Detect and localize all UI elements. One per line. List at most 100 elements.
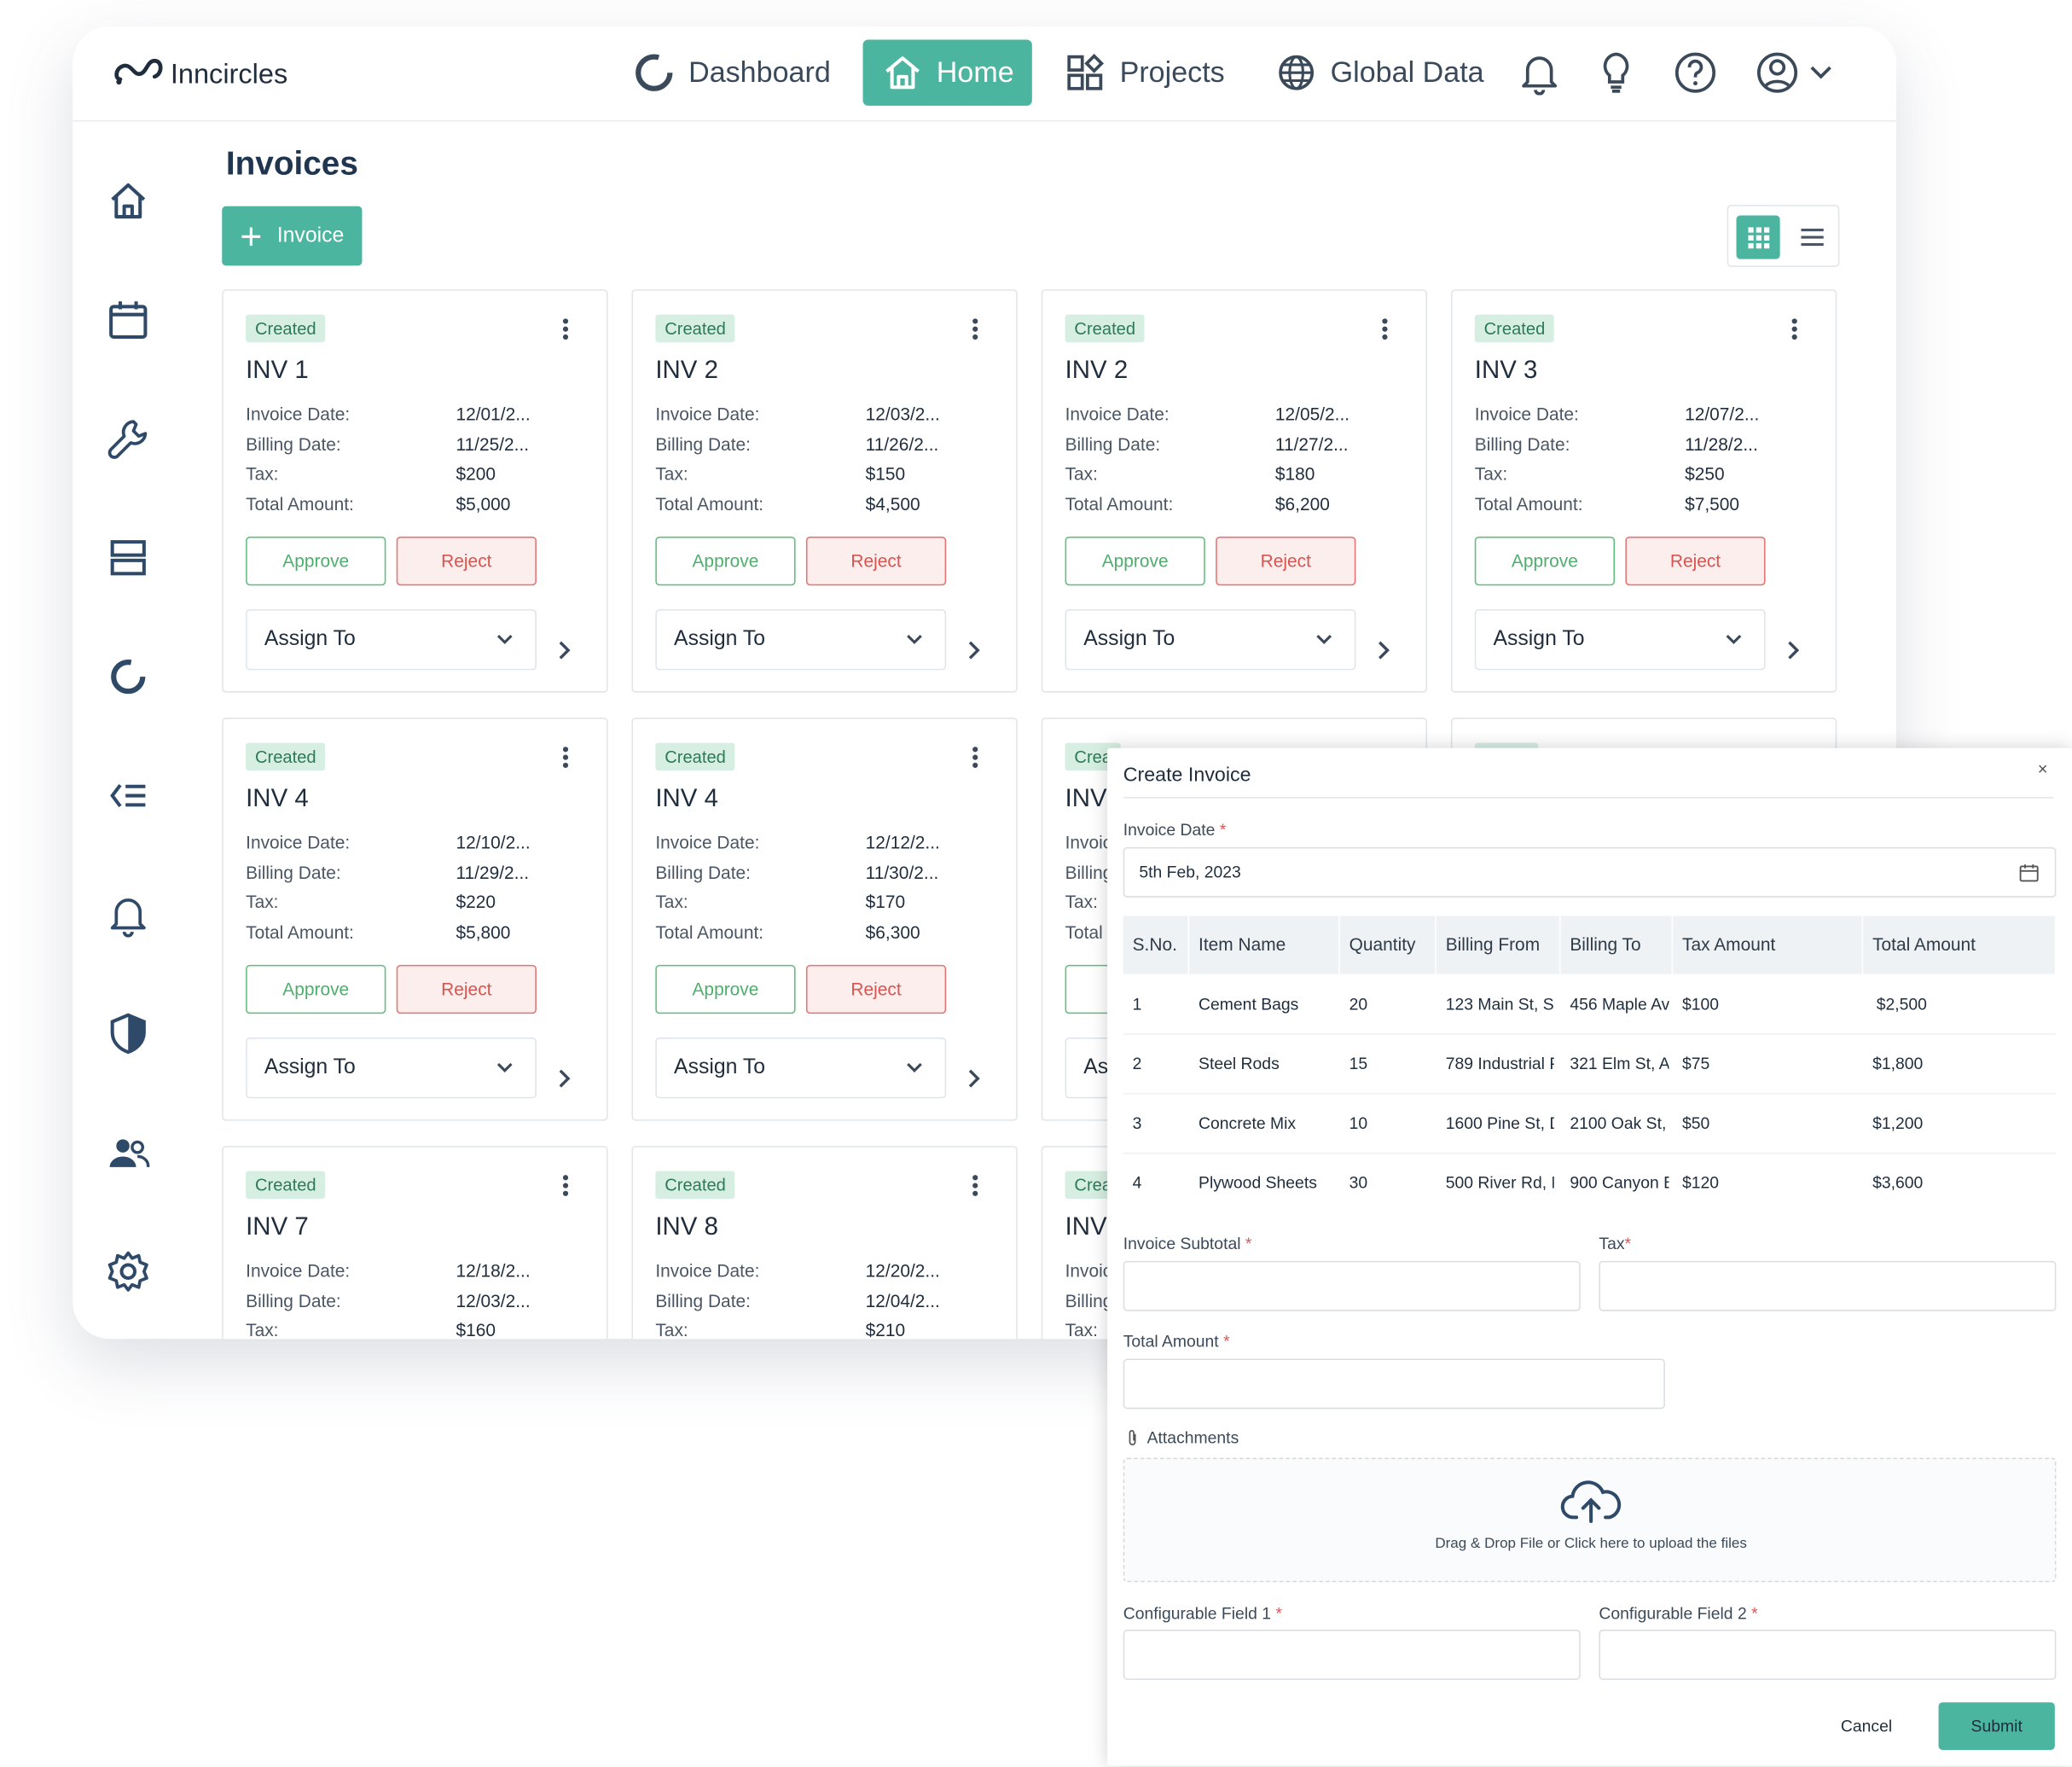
invoice-date-value: 12/03/2...: [865, 404, 940, 425]
invoice-card[interactable]: Created INV 2 Invoice Date: 12/03/2... B…: [631, 289, 1018, 693]
total-label: Total Amount:: [246, 922, 354, 943]
add-invoice-button[interactable]: Invoice: [222, 206, 363, 266]
config-field-2-input[interactable]: [1599, 1630, 2057, 1680]
table-header: Billing From: [1436, 915, 1561, 974]
total-label: Total: [1065, 922, 1103, 943]
status-badge: Created: [655, 1171, 735, 1200]
chevron-right-icon[interactable]: [556, 640, 572, 668]
logo[interactable]: Inncircles: [113, 53, 287, 96]
file-dropzone[interactable]: Drag & Drop File or Click here to upload…: [1123, 1457, 2057, 1583]
more-options-icon[interactable]: [970, 1174, 980, 1198]
tax-field[interactable]: [1599, 1260, 2057, 1311]
reject-button[interactable]: Reject: [1625, 536, 1766, 586]
nav-home[interactable]: Home: [862, 39, 1033, 106]
nav-projects[interactable]: Projects: [1046, 39, 1244, 105]
total-amount-field[interactable]: [1123, 1358, 1665, 1410]
row-divider: [1123, 1093, 2057, 1095]
invoice-card[interactable]: Created INV 7 Invoice Date: 12/18/2... B…: [222, 1146, 608, 1340]
status-badge: Created: [246, 1171, 326, 1200]
reject-button[interactable]: Reject: [805, 964, 947, 1014]
invoice-card[interactable]: Created INV 8 Invoice Date: 12/20/2... B…: [631, 1146, 1018, 1340]
invoice-card[interactable]: Created INV 1 Invoice Date: 12/01/2... B…: [222, 289, 608, 693]
chevron-right-icon[interactable]: [1376, 640, 1392, 668]
chevron-right-icon[interactable]: [966, 640, 982, 668]
modal-title: Create Invoice: [1123, 764, 1251, 787]
reject-button[interactable]: Reject: [396, 536, 537, 586]
subtotal-field[interactable]: [1123, 1260, 1581, 1311]
table-header: Tax Amount: [1673, 915, 1864, 974]
chevron-down-icon: [496, 1062, 513, 1072]
more-options-icon[interactable]: [1789, 317, 1799, 341]
calendar-icon[interactable]: [104, 296, 152, 344]
assign-to-select[interactable]: Assign To: [1474, 609, 1766, 671]
more-options-icon[interactable]: [970, 746, 980, 770]
reject-button[interactable]: Reject: [396, 964, 537, 1014]
config-field-1-input[interactable]: [1123, 1630, 1581, 1680]
cancel-button[interactable]: Cancel: [1841, 1717, 1892, 1735]
chevron-right-icon[interactable]: [556, 1068, 572, 1096]
reject-button[interactable]: Reject: [1216, 536, 1356, 586]
table-cell: $75: [1682, 1055, 1710, 1073]
reject-button[interactable]: Reject: [805, 536, 947, 586]
approve-button[interactable]: Approve: [655, 536, 796, 586]
assign-to-select[interactable]: Assign To: [655, 1038, 947, 1099]
calendar-icon[interactable]: [2019, 863, 2039, 883]
sidebar-bell-icon[interactable]: [104, 891, 152, 939]
shield-icon[interactable]: [104, 1010, 152, 1058]
wrench-icon[interactable]: [104, 415, 152, 462]
invoice-title: INV 1: [246, 357, 309, 385]
progress-ring-icon[interactable]: [104, 653, 152, 700]
invoice-date-field[interactable]: 5th Feb, 2023: [1123, 846, 2057, 898]
lightbulb-icon[interactable]: [1596, 50, 1635, 102]
invoice-card[interactable]: Created INV 3 Invoice Date: 12/07/2... B…: [1450, 289, 1837, 693]
invoice-date-label: Invoice Date *: [1123, 821, 1227, 840]
sidebar-home-icon[interactable]: [104, 177, 152, 225]
nav-global-data[interactable]: Global Data: [1257, 39, 1502, 105]
home-icon: [885, 56, 920, 90]
more-options-icon[interactable]: [560, 1174, 571, 1198]
table-cell: Concrete Mix: [1199, 1113, 1297, 1133]
total-amount-label: Total Amount *: [1123, 1332, 1230, 1351]
assign-to-select[interactable]: Assign To: [1065, 609, 1356, 671]
settings-gear-icon[interactable]: [104, 1247, 152, 1295]
more-options-icon[interactable]: [1379, 317, 1390, 341]
approve-button[interactable]: Approve: [246, 536, 386, 586]
task-list-icon[interactable]: [104, 772, 152, 820]
chevron-right-icon[interactable]: [1785, 640, 1802, 668]
users-icon[interactable]: [104, 1129, 152, 1177]
more-options-icon[interactable]: [560, 317, 571, 341]
bell-icon[interactable]: [1519, 50, 1558, 102]
nav-dashboard[interactable]: Dashboard: [614, 39, 849, 105]
approve-button[interactable]: Approve: [1474, 536, 1616, 586]
table-cell: Steel Rods: [1199, 1055, 1280, 1073]
invoice-card[interactable]: Created INV 4 Invoice Date: 12/10/2... B…: [222, 718, 608, 1121]
billing-date-label: Billing: [1065, 863, 1113, 883]
grid-view-button[interactable]: [1736, 215, 1780, 259]
approve-button[interactable]: Approve: [1065, 536, 1205, 586]
approve-button[interactable]: Approve: [246, 964, 386, 1014]
required-mark: *: [1223, 1332, 1230, 1351]
invoice-card[interactable]: Created INV 2 Invoice Date: 12/05/2... B…: [1041, 289, 1428, 693]
more-options-icon[interactable]: [560, 746, 571, 770]
config-field-1-label-text: Configurable Field 1: [1123, 1604, 1272, 1624]
top-bar: Inncircles Dashboard Home Projects Globa…: [73, 26, 1896, 122]
approve-button[interactable]: Approve: [655, 964, 796, 1014]
chevron-down-icon[interactable]: [1808, 63, 1834, 88]
chevron-right-icon[interactable]: [966, 1068, 982, 1096]
invoice-date-label: Invoice Date:: [246, 1260, 351, 1282]
more-options-icon[interactable]: [970, 317, 980, 341]
layers-icon[interactable]: [104, 534, 152, 582]
table-cell: $1,200: [1872, 1113, 1924, 1133]
tax-label: Tax:: [246, 463, 279, 484]
assign-to-select[interactable]: Assign To: [655, 609, 947, 671]
close-icon[interactable]: ×: [2038, 759, 2048, 778]
assign-to-select[interactable]: Assign To: [246, 609, 537, 671]
page-title: Invoices: [225, 145, 358, 183]
user-avatar-icon[interactable]: [1755, 50, 1800, 102]
list-view-button[interactable]: [1791, 216, 1834, 259]
submit-button[interactable]: Submit: [1938, 1702, 2055, 1751]
row-divider: [1123, 1152, 2057, 1154]
invoice-card[interactable]: Created INV 4 Invoice Date: 12/12/2... B…: [631, 718, 1018, 1121]
assign-to-select[interactable]: Assign To: [246, 1038, 537, 1099]
help-icon[interactable]: [1673, 50, 1718, 102]
